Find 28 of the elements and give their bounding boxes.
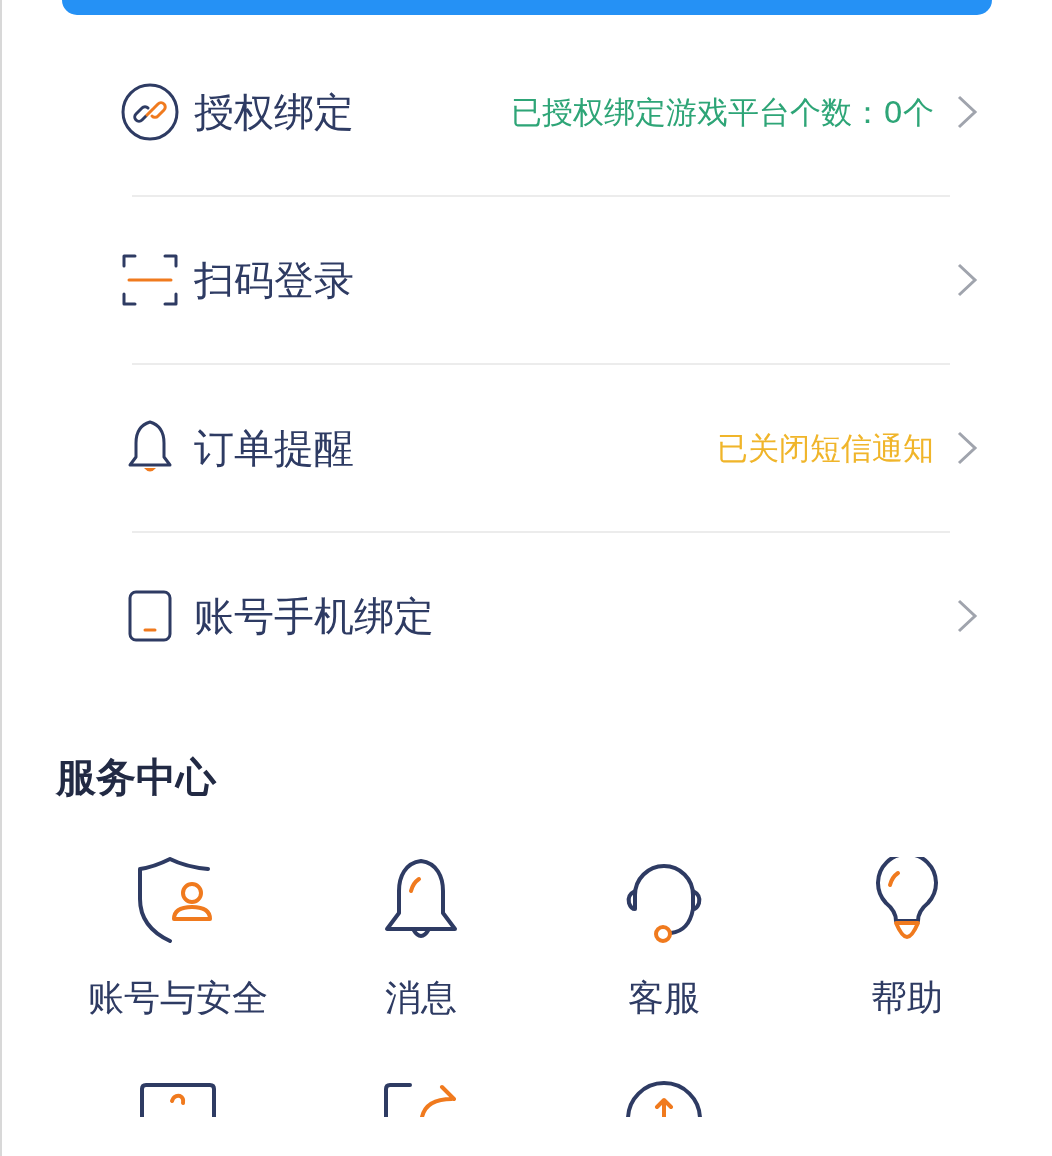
settings-row[interactable]: 订单提醒 已关闭短信通知	[2, 383, 1052, 513]
row-label: 授权绑定	[194, 88, 354, 137]
row-status: 已授权绑定游戏平台个数：0个	[511, 92, 934, 132]
service-item[interactable]: 账号与安全	[56, 853, 299, 1025]
row-label: 扫码登录	[194, 256, 354, 305]
service-label: 客服	[627, 976, 700, 1020]
question-icon	[137, 1081, 218, 1117]
phone-icon	[128, 590, 172, 642]
chevron-icon	[956, 94, 978, 130]
upload-icon	[623, 1081, 704, 1117]
chevron-icon	[956, 598, 978, 634]
chevron-icon	[956, 262, 978, 298]
row-label: 订单提醒	[194, 424, 354, 473]
service-label: 账号与安全	[87, 976, 268, 1020]
settings-row[interactable]: 扫码登录	[2, 215, 1052, 345]
service-item[interactable]: 消息	[299, 853, 542, 1025]
link-icon	[120, 82, 180, 142]
service-label: 帮助	[870, 976, 943, 1020]
service-label: 消息	[384, 976, 457, 1020]
row-label: 账号手机绑定	[194, 592, 434, 641]
service-item[interactable]: 帮助	[785, 853, 1028, 1025]
settings-row[interactable]: 授权绑定 已授权绑定游戏平台个数：0个	[2, 47, 1052, 177]
settings-row[interactable]: 账号手机绑定	[2, 551, 1052, 681]
section-title: 服务中心	[56, 753, 218, 802]
row-status: 已关闭短信通知	[717, 428, 934, 468]
chevron-icon	[956, 430, 978, 466]
scan-icon	[121, 252, 179, 308]
service-item[interactable]: 客服	[542, 853, 785, 1025]
